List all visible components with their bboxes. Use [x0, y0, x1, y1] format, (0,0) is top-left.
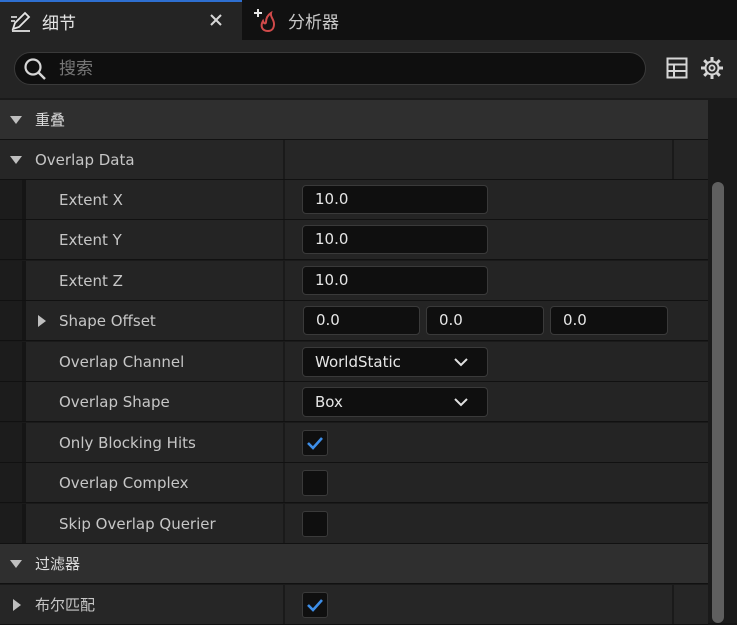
- tab-profiler[interactable]: 分析器: [246, 0, 396, 40]
- bool-match-checkbox[interactable]: [302, 592, 328, 618]
- details-pencil-icon: [8, 8, 34, 34]
- extent-x-field[interactable]: 10.0: [302, 185, 488, 214]
- tab-details-label: 细节: [42, 13, 76, 34]
- shape-offset-z-field[interactable]: 0.0: [550, 306, 668, 335]
- property-row-overlap-complex: Overlap Complex: [0, 463, 708, 503]
- property-row-overlap-shape: Overlap Shape Box: [0, 382, 708, 422]
- overlap-shape-dropdown[interactable]: Box: [302, 387, 488, 417]
- close-icon[interactable]: [204, 8, 228, 32]
- overlap-complex-checkbox[interactable]: [302, 470, 328, 496]
- search-input[interactable]: [57, 57, 621, 80]
- category-overlap-data-label: Overlap Data: [35, 151, 135, 169]
- extent-x-label: Extent X: [59, 191, 123, 209]
- tab-details[interactable]: 细节: [0, 0, 242, 40]
- profiler-flame-icon: [254, 7, 280, 33]
- search-icon: [23, 57, 47, 81]
- collapse-arrow-icon[interactable]: [10, 560, 22, 568]
- details-panel: 重叠 Overlap Data Extent X 10.0 Extent Y 1…: [0, 98, 708, 625]
- search-box[interactable]: [14, 52, 646, 85]
- tab-profiler-label: 分析器: [288, 12, 339, 33]
- table-view-icon[interactable]: [664, 55, 690, 81]
- property-row-extent-y: Extent Y 10.0: [0, 220, 708, 260]
- overlap-channel-dropdown[interactable]: WorldStatic: [302, 347, 488, 377]
- shape-offset-y-field[interactable]: 0.0: [426, 306, 544, 335]
- shape-offset-x-field[interactable]: 0.0: [303, 306, 420, 335]
- chevron-down-icon: [453, 394, 469, 410]
- category-filter[interactable]: 过滤器: [0, 544, 708, 584]
- extent-z-field[interactable]: 10.0: [302, 266, 488, 295]
- category-filter-label: 过滤器: [35, 555, 81, 573]
- property-row-only-blocking-hits: Only Blocking Hits: [0, 423, 708, 463]
- extent-y-label: Extent Y: [59, 231, 122, 249]
- chevron-down-icon: [453, 354, 469, 370]
- only-blocking-hits-label: Only Blocking Hits: [59, 434, 196, 452]
- category-overlap-data[interactable]: Overlap Data: [0, 140, 708, 180]
- property-row-bool-match: 布尔匹配: [0, 585, 708, 625]
- overlap-channel-label: Overlap Channel: [59, 353, 185, 371]
- expand-arrow-icon[interactable]: [13, 599, 21, 611]
- property-row-shape-offset: Shape Offset 0.0 0.0 0.0: [0, 301, 708, 341]
- shape-offset-label: Shape Offset: [59, 312, 156, 330]
- property-row-overlap-channel: Overlap Channel WorldStatic: [0, 342, 708, 382]
- checkmark-icon: [307, 599, 323, 612]
- collapse-arrow-icon[interactable]: [10, 156, 22, 164]
- overlap-shape-label: Overlap Shape: [59, 393, 170, 411]
- collapse-arrow-icon[interactable]: [10, 116, 22, 124]
- overlap-complex-label: Overlap Complex: [59, 474, 189, 492]
- column-divider[interactable]: [283, 140, 285, 179]
- overlap-channel-value: WorldStatic: [315, 353, 401, 371]
- checkmark-icon: [307, 437, 323, 450]
- scrollbar-thumb[interactable]: [712, 182, 724, 623]
- tab-bar: 细节 分析器: [0, 0, 737, 40]
- only-blocking-hits-checkbox[interactable]: [302, 430, 328, 456]
- category-overlap[interactable]: 重叠: [0, 100, 708, 140]
- skip-overlap-querier-checkbox[interactable]: [302, 511, 328, 537]
- skip-overlap-querier-label: Skip Overlap Querier: [59, 515, 216, 533]
- category-overlap-label: 重叠: [35, 111, 66, 129]
- column-divider: [672, 140, 674, 179]
- extent-z-label: Extent Z: [59, 272, 123, 290]
- bool-match-label: 布尔匹配: [35, 596, 96, 614]
- property-row-extent-z: Extent Z 10.0: [0, 261, 708, 301]
- expand-arrow-icon[interactable]: [38, 315, 46, 327]
- property-row-skip-overlap-querier: Skip Overlap Querier: [0, 504, 708, 544]
- property-row-extent-x: Extent X 10.0: [0, 180, 708, 220]
- extent-y-field[interactable]: 10.0: [302, 225, 488, 254]
- overlap-shape-value: Box: [315, 393, 343, 411]
- gear-icon[interactable]: [699, 55, 725, 81]
- search-toolbar: [0, 40, 737, 98]
